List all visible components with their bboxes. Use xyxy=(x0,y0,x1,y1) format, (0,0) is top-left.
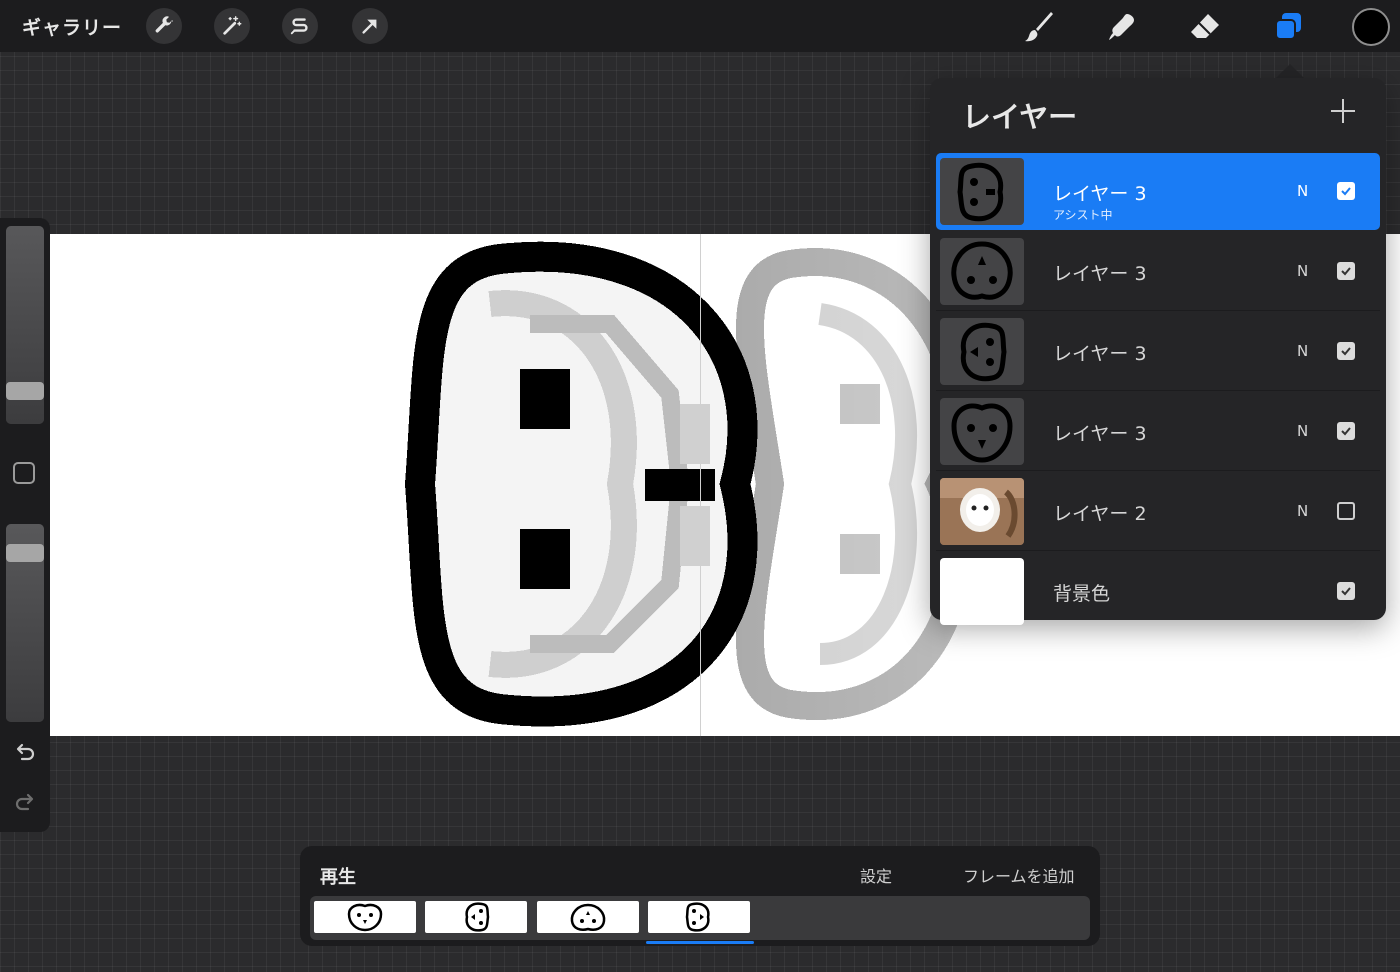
panel-caret xyxy=(1276,64,1304,78)
layers-panel: レイヤー レイヤー 3 アシスト中 N レイヤー 3 N レイヤー 3 N レイ… xyxy=(930,78,1386,625)
add-frame-button[interactable]: フレームを追加 xyxy=(963,863,1075,887)
eraser-icon[interactable] xyxy=(1185,8,1225,46)
layer-name: 背景色 xyxy=(1053,583,1111,605)
magic-wand-icon[interactable] xyxy=(214,8,250,44)
redo-icon[interactable] xyxy=(10,788,40,818)
smudge-icon[interactable] xyxy=(1102,8,1142,46)
canvas-center-guide xyxy=(700,234,701,736)
frame-thumbnail[interactable] xyxy=(537,901,639,933)
layer-thumbnail xyxy=(940,238,1024,305)
layer-name: レイヤー 3 xyxy=(1053,183,1147,205)
layer-status: アシスト中 xyxy=(1053,208,1113,222)
layer-name: レイヤー 3 xyxy=(1053,423,1147,445)
frame-thumbnail-current[interactable] xyxy=(648,901,750,933)
layers-icon[interactable] xyxy=(1268,8,1308,46)
slider-thumb[interactable] xyxy=(6,382,44,400)
blend-mode-button[interactable]: N xyxy=(1297,342,1308,360)
visibility-checkbox[interactable] xyxy=(1337,182,1355,200)
undo-icon[interactable] xyxy=(10,738,40,768)
layer-thumbnail xyxy=(940,318,1024,385)
blend-mode-button[interactable]: N xyxy=(1297,182,1308,200)
gallery-button[interactable]: ギャラリー xyxy=(22,13,122,40)
brush-size-slider[interactable] xyxy=(6,226,44,424)
layer-row[interactable]: レイヤー 2 N xyxy=(936,473,1380,551)
layer-thumbnail xyxy=(940,558,1024,625)
play-button[interactable]: 再生 xyxy=(320,863,356,889)
add-layer-button[interactable] xyxy=(1328,96,1358,126)
frame-timeline xyxy=(310,896,1090,940)
color-picker-button[interactable] xyxy=(1352,8,1390,46)
layer-thumbnail xyxy=(940,398,1024,465)
layer-name: レイヤー 3 xyxy=(1053,263,1147,285)
visibility-checkbox[interactable] xyxy=(1337,422,1355,440)
layer-row[interactable]: レイヤー 3 N xyxy=(936,233,1380,311)
layer-thumbnail xyxy=(940,478,1024,545)
panel-title: レイヤー xyxy=(962,100,1078,134)
blend-mode-button[interactable]: N xyxy=(1297,262,1308,280)
blend-mode-button[interactable]: N xyxy=(1297,502,1308,520)
brush-icon[interactable] xyxy=(1020,8,1060,46)
blend-mode-button[interactable]: N xyxy=(1297,422,1308,440)
layer-name: レイヤー 3 xyxy=(1053,343,1147,365)
current-frame-indicator xyxy=(646,941,754,944)
visibility-checkbox[interactable] xyxy=(1337,502,1355,520)
top-toolbar: ギャラリー xyxy=(0,0,1400,52)
selection-icon[interactable] xyxy=(282,8,318,44)
visibility-checkbox[interactable] xyxy=(1337,262,1355,280)
opacity-slider[interactable] xyxy=(6,524,44,722)
modify-button[interactable] xyxy=(13,462,35,484)
layer-row[interactable]: レイヤー 3 N xyxy=(936,393,1380,471)
visibility-checkbox[interactable] xyxy=(1337,582,1355,600)
layer-row[interactable]: レイヤー 3 N xyxy=(936,313,1380,391)
wrench-icon[interactable] xyxy=(146,8,182,44)
layer-name: レイヤー 2 xyxy=(1053,503,1147,525)
visibility-checkbox[interactable] xyxy=(1337,342,1355,360)
animation-assist-bar: 再生 設定 フレームを追加 xyxy=(300,846,1100,946)
current-frame-drawing xyxy=(404,241,758,727)
layer-thumbnail xyxy=(940,158,1024,225)
frame-thumbnail[interactable] xyxy=(425,901,527,933)
left-sidebar xyxy=(0,218,50,832)
frame-thumbnail[interactable] xyxy=(314,901,416,933)
settings-button[interactable]: 設定 xyxy=(860,863,892,887)
layer-row-background[interactable]: 背景色 xyxy=(936,553,1380,630)
transform-arrow-icon[interactable] xyxy=(352,8,388,44)
slider-thumb[interactable] xyxy=(6,544,44,562)
layer-row[interactable]: レイヤー 3 アシスト中 N xyxy=(936,153,1380,230)
